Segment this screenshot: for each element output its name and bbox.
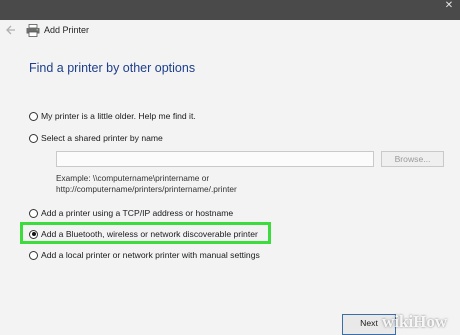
radio-button[interactable] (29, 250, 38, 260)
radio-button-selected[interactable] (29, 229, 38, 239)
option-local-manual[interactable]: Add a local printer or network printer w… (29, 248, 260, 262)
example-text-line-2: http://computername/printers/printername… (56, 184, 237, 194)
window-close-icon[interactable]: ✕ (438, 0, 460, 12)
option-shared-printer[interactable]: Select a shared printer by name (29, 131, 163, 145)
wikihow-watermark: wikiHow (382, 312, 448, 331)
option-older-printer[interactable]: My printer is a little older. Help me fi… (29, 109, 196, 123)
printer-icon (26, 24, 40, 37)
window-title: Add Printer (44, 25, 90, 35)
radio-button[interactable] (29, 208, 38, 218)
shared-printer-name-input[interactable] (56, 151, 374, 167)
option-label: Select a shared printer by name (41, 133, 163, 143)
radio-button[interactable] (29, 111, 38, 121)
option-label: Add a local printer or network printer w… (41, 250, 260, 260)
option-label: Add a Bluetooth, wireless or network dis… (41, 229, 258, 239)
option-tcp-ip[interactable]: Add a printer using a TCP/IP address or … (29, 206, 233, 220)
title-bar: Add Printer (0, 20, 460, 42)
option-label: Add a printer using a TCP/IP address or … (41, 208, 234, 218)
radio-button[interactable] (29, 133, 38, 143)
back-arrow-icon[interactable] (5, 23, 17, 37)
page-heading: Find a printer by other options (29, 61, 196, 75)
option-bluetooth-wireless[interactable]: Add a Bluetooth, wireless or network dis… (29, 227, 258, 241)
browse-button[interactable]: Browse... (381, 151, 444, 167)
example-text-line-1: Example: \\computername\printername or (56, 173, 210, 183)
add-printer-dialog: Add Printer Find a printer by other opti… (0, 20, 460, 335)
option-label: My printer is a little older. Help me fi… (41, 111, 196, 121)
